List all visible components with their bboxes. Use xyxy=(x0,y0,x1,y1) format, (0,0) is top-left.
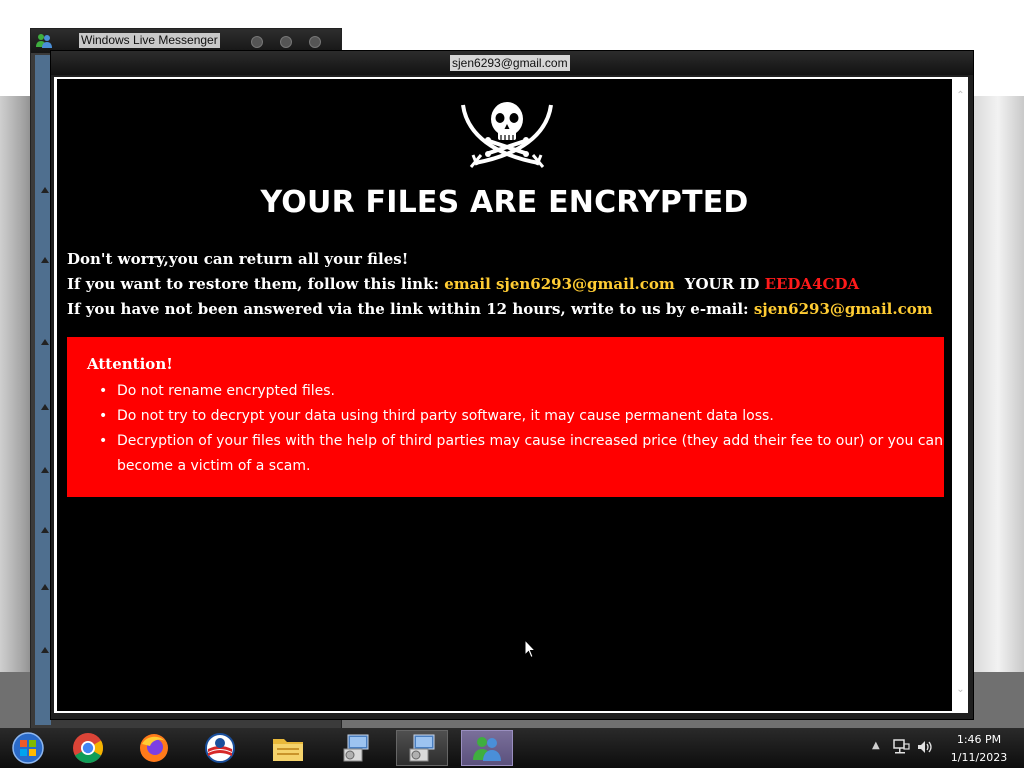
collapse-arrow-icon[interactable] xyxy=(41,584,49,590)
chrome-icon xyxy=(73,733,104,764)
headline: YOUR FILES ARE ENCRYPTED xyxy=(260,185,749,220)
contact-email-link[interactable]: email sjen6293@gmail.com xyxy=(444,275,675,293)
attention-item: Do not try to decrypt your data using th… xyxy=(87,404,945,429)
file-explorer-icon xyxy=(273,739,303,761)
maximize-button[interactable] xyxy=(280,36,292,48)
ransom-note-title: sjen6293@gmail.com xyxy=(450,55,570,71)
taskbar-obama-app[interactable] xyxy=(194,730,246,766)
ransom-note-titlebar[interactable]: sjen6293@gmail.com xyxy=(51,51,973,75)
desktop-wallpaper-left xyxy=(0,96,34,672)
collapse-arrow-icon[interactable] xyxy=(41,404,49,410)
collapse-arrow-icon[interactable] xyxy=(41,527,49,533)
collapse-arrow-icon[interactable] xyxy=(41,187,49,193)
attention-item: Do not rename encrypted files. xyxy=(87,379,945,404)
fallback-instructions-text: If you have not been answered via the li… xyxy=(67,300,754,318)
start-orb-icon xyxy=(12,732,44,764)
ransom-note-frame: YOUR FILES ARE ENCRYPTED Don't worry,you… xyxy=(54,77,968,713)
attention-list: Do not rename encrypted files. Do not tr… xyxy=(87,379,945,479)
taskbar-installer-2[interactable] xyxy=(396,730,448,766)
reassurance-text: Don't worry,you can return all your file… xyxy=(67,250,409,268)
taskbar-firefox[interactable] xyxy=(128,730,180,766)
scroll-up-icon[interactable]: ⌃ xyxy=(956,91,965,101)
victim-id-label: YOUR ID xyxy=(684,275,765,293)
clock-date[interactable]: 1/11/2023 xyxy=(940,751,1018,764)
taskbar-chrome[interactable] xyxy=(62,730,114,766)
taskbar-messenger[interactable] xyxy=(461,730,513,766)
obama-logo-icon xyxy=(205,733,235,763)
collapse-arrow-icon[interactable] xyxy=(41,339,49,345)
attention-box: Attention! Do not rename encrypted files… xyxy=(67,337,944,497)
messenger-icon xyxy=(473,737,501,761)
collapse-arrow-icon[interactable] xyxy=(41,257,49,263)
fallback-email[interactable]: sjen6293@gmail.com xyxy=(754,300,933,318)
restore-instructions-text: If you want to restore them, follow this… xyxy=(67,275,445,293)
messenger-title: Windows Live Messenger xyxy=(79,33,220,48)
close-button[interactable] xyxy=(309,36,321,48)
victim-id: EEDA4CDA xyxy=(764,275,860,293)
minimize-button[interactable] xyxy=(251,36,263,48)
attention-title: Attention! xyxy=(87,355,173,373)
fallback-instructions: If you have not been answered via the li… xyxy=(67,300,933,318)
restore-instructions: If you want to restore them, follow this… xyxy=(67,275,859,293)
messenger-sidebar xyxy=(35,55,51,725)
firefox-icon xyxy=(140,734,168,762)
clock-time[interactable]: 1:46 PM xyxy=(940,733,1018,746)
scroll-down-icon[interactable]: ⌄ xyxy=(956,685,965,695)
start-button[interactable] xyxy=(2,730,54,766)
collapse-arrow-icon[interactable] xyxy=(41,467,49,473)
taskbar-installer-1[interactable] xyxy=(330,730,382,766)
jolly-roger-icon xyxy=(461,102,553,168)
network-icon[interactable] xyxy=(892,738,910,756)
ransom-note-content: YOUR FILES ARE ENCRYPTED Don't worry,you… xyxy=(57,79,952,711)
ransom-note-window[interactable]: sjen6293@gmail.com YOUR FILES ARE ENCRYP… xyxy=(50,50,974,720)
installer-icon xyxy=(343,734,369,762)
desktop-wallpaper-right xyxy=(972,96,1024,672)
volume-icon[interactable] xyxy=(916,738,934,756)
taskbar-file-explorer[interactable] xyxy=(262,730,314,766)
messenger-icon xyxy=(36,34,52,48)
show-hidden-icon[interactable]: ▲ xyxy=(872,740,880,751)
vertical-scrollbar[interactable]: ⌃ ⌄ xyxy=(953,77,968,713)
collapse-arrow-icon[interactable] xyxy=(41,647,49,653)
attention-item: Decryption of your files with the help o… xyxy=(87,429,945,479)
installer-icon xyxy=(409,734,435,762)
mouse-cursor-icon xyxy=(524,639,536,659)
taskbar: ▲ xyxy=(0,728,1024,768)
